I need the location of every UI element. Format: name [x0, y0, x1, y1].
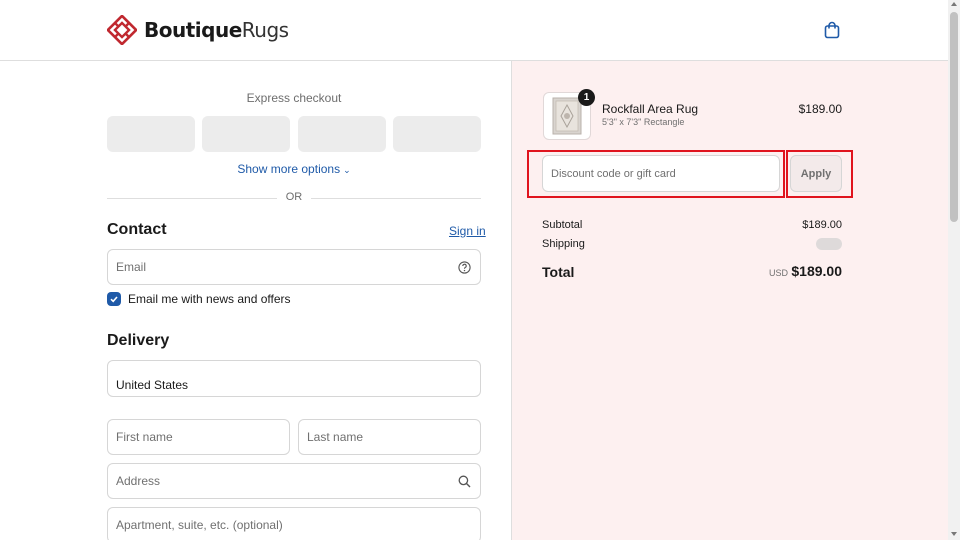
contact-title: Contact: [107, 221, 167, 238]
product-price: $189.00: [798, 102, 842, 116]
total-value: $189.00: [791, 263, 842, 279]
discount-field[interactable]: [542, 155, 780, 192]
checkmark-icon: [110, 296, 118, 303]
delivery-title: Delivery: [107, 332, 170, 349]
apartment-field[interactable]: [107, 507, 481, 540]
or-divider-left: [107, 198, 277, 199]
checkout-header: BoutiqueRugs: [0, 0, 948, 61]
rug-logo-icon: [107, 15, 137, 45]
quantity-badge: 1: [578, 89, 595, 106]
scroll-down-arrow-icon[interactable]: [951, 532, 957, 536]
express-checkout-title: Express checkout: [246, 91, 342, 105]
subtotal-value: $189.00: [802, 219, 842, 231]
show-more-options-link[interactable]: Show more options ⌄: [107, 162, 481, 176]
subtotal-label: Subtotal: [542, 219, 583, 231]
first-name-input[interactable]: [108, 420, 289, 454]
shopping-bag-icon[interactable]: [823, 21, 841, 39]
chevron-down-icon: ⌄: [343, 165, 351, 175]
scroll-up-arrow-icon[interactable]: [951, 2, 957, 6]
apply-discount-button[interactable]: Apply: [790, 155, 842, 192]
product-name: Rockfall Area Rug: [602, 102, 699, 116]
newsletter-checkbox[interactable]: [107, 292, 121, 306]
brand-name: BoutiqueRugs: [144, 18, 289, 42]
brand-name-bold: Boutique: [144, 18, 242, 42]
address-input[interactable]: [108, 464, 480, 498]
apartment-input[interactable]: [108, 508, 480, 540]
scroll-thumb[interactable]: [950, 12, 958, 222]
brand-logo[interactable]: BoutiqueRugs: [107, 15, 289, 45]
express-pay-button-4[interactable]: [393, 116, 481, 152]
total-currency: USD: [768, 268, 788, 278]
shipping-label: Shipping: [542, 238, 585, 250]
product-variant: 5'3" x 7'3" Rectangle: [602, 117, 685, 127]
express-pay-button-3[interactable]: [298, 116, 386, 152]
newsletter-label: Email me with news and offers: [128, 292, 291, 306]
shipping-value-placeholder: [816, 238, 842, 250]
sign-in-link[interactable]: Sign in: [449, 224, 486, 238]
search-icon: [458, 475, 471, 488]
express-pay-button-1[interactable]: [107, 116, 195, 152]
email-input[interactable]: [108, 250, 480, 284]
first-name-field[interactable]: [107, 419, 290, 455]
address-field[interactable]: [107, 463, 481, 499]
discount-input[interactable]: [543, 156, 779, 191]
country-select[interactable]: United States: [107, 360, 481, 397]
express-pay-button-2[interactable]: [202, 116, 290, 152]
total-label: Total: [542, 264, 575, 280]
brand-name-light: Rugs: [241, 18, 289, 42]
show-more-label: Show more options: [237, 162, 341, 176]
question-circle-icon[interactable]: [458, 261, 471, 274]
page-scrollbar[interactable]: [948, 0, 960, 540]
last-name-input[interactable]: [299, 420, 480, 454]
email-field[interactable]: [107, 249, 481, 285]
or-divider-right: [311, 198, 481, 199]
country-value: United States: [116, 378, 189, 392]
last-name-field[interactable]: [298, 419, 481, 455]
or-divider-text: OR: [285, 191, 303, 203]
newsletter-checkbox-row[interactable]: Email me with news and offers: [107, 292, 291, 306]
